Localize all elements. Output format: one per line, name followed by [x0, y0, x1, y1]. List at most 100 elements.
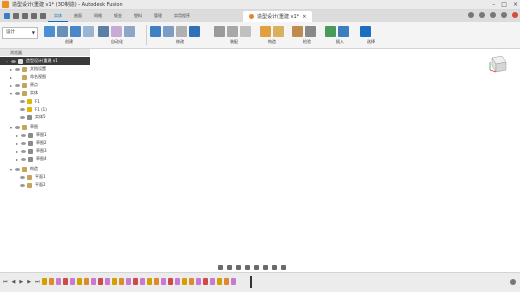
as-built-joint-icon[interactable]: [240, 26, 251, 37]
timeline-feature[interactable]: [119, 278, 124, 285]
visibility-icon[interactable]: [21, 133, 26, 137]
timeline-feature[interactable]: [189, 278, 194, 285]
visibility-icon[interactable]: [20, 107, 25, 111]
timeline-feature[interactable]: [91, 278, 96, 285]
visibility-icon[interactable]: [21, 149, 26, 153]
first-step-icon[interactable]: ⏮: [3, 279, 8, 285]
browser-row-body[interactable]: F1: [0, 97, 90, 105]
timeline-feature[interactable]: [203, 278, 208, 285]
browser-row-plane[interactable]: 平面2: [0, 181, 90, 189]
timeline-feature[interactable]: [126, 278, 131, 285]
tab-plastic[interactable]: 塑料: [128, 10, 148, 22]
timeline-feature[interactable]: [63, 278, 68, 285]
next-step-icon[interactable]: ▶: [27, 279, 31, 285]
browser-row-document-settings[interactable]: ▸ 文档设置: [0, 65, 90, 73]
browser-row-sketches[interactable]: ▾ 草图: [0, 123, 90, 131]
redo-icon[interactable]: [40, 13, 46, 19]
browser-row-body[interactable]: 实体5: [0, 113, 90, 121]
browser-row-sketch[interactable]: ▸ 草图4: [0, 155, 90, 163]
sketch-icon[interactable]: [44, 26, 55, 37]
job-status-icon[interactable]: [479, 12, 485, 18]
visibility-icon[interactable]: [20, 115, 25, 119]
viewports-icon[interactable]: [281, 264, 286, 270]
browser-row-origin[interactable]: ▸ 原点: [0, 81, 90, 89]
create-group[interactable]: 创建: [44, 25, 94, 47]
move-icon[interactable]: [189, 26, 200, 37]
timeline-feature[interactable]: [140, 278, 145, 285]
select-group[interactable]: 选择: [360, 25, 382, 47]
timeline-feature[interactable]: [77, 278, 82, 285]
minimize-icon[interactable]: –: [492, 1, 495, 8]
visibility-icon[interactable]: [11, 59, 16, 63]
undo-icon[interactable]: [31, 13, 37, 19]
browser-row-sketch[interactable]: ▸ 草图2: [0, 139, 90, 147]
timeline-feature[interactable]: [175, 278, 180, 285]
modify-group[interactable]: 修改: [150, 25, 210, 47]
pan-icon[interactable]: [236, 264, 241, 270]
browser-row-plane[interactable]: 平面1: [0, 173, 90, 181]
user-avatar[interactable]: [512, 12, 518, 18]
save-icon[interactable]: [22, 13, 28, 19]
previous-step-icon[interactable]: ◀: [12, 279, 16, 285]
fit-icon[interactable]: [254, 264, 259, 270]
workspace-dropdown[interactable]: 设计 ▼: [2, 27, 38, 39]
tab-solid[interactable]: 实体: [48, 10, 68, 22]
viewcube[interactable]: [486, 52, 508, 74]
shell-icon[interactable]: [124, 26, 135, 37]
revolve-icon[interactable]: [70, 26, 81, 37]
timeline-feature[interactable]: [133, 278, 138, 285]
automate-icon[interactable]: [111, 26, 122, 37]
measure-icon[interactable]: [292, 26, 303, 37]
timeline-feature[interactable]: [147, 278, 152, 285]
timeline-feature[interactable]: [210, 278, 215, 285]
close-icon[interactable]: ×: [513, 1, 518, 8]
new-component-icon[interactable]: [214, 26, 225, 37]
combine-icon[interactable]: [176, 26, 187, 37]
timeline-feature[interactable]: [168, 278, 173, 285]
browser-row-sketch[interactable]: ▸ 草图3: [0, 147, 90, 155]
select-arrow-icon[interactable]: [360, 26, 371, 37]
visibility-icon[interactable]: [20, 183, 25, 187]
axis-icon[interactable]: [273, 26, 284, 37]
insert-group[interactable]: 插入: [325, 25, 355, 47]
visibility-icon[interactable]: [20, 99, 25, 103]
visibility-icon[interactable]: [15, 91, 20, 95]
timeline-feature[interactable]: [112, 278, 117, 285]
browser-header[interactable]: 浏览器: [0, 49, 90, 56]
tab-sheet-metal[interactable]: 钣金: [108, 10, 128, 22]
file-menu-icon[interactable]: [13, 13, 19, 19]
tab-surface[interactable]: 曲面: [68, 10, 88, 22]
fillet-icon[interactable]: [98, 26, 109, 37]
close-tab-icon[interactable]: ×: [302, 14, 306, 20]
timeline-feature[interactable]: [42, 278, 47, 285]
add-tab-icon[interactable]: [468, 12, 474, 18]
visibility-icon[interactable]: [15, 167, 20, 171]
timeline-feature[interactable]: [231, 278, 236, 285]
play-icon[interactable]: ▶: [19, 279, 23, 285]
grid-settings-icon[interactable]: [272, 264, 277, 270]
app-grid-icon[interactable]: [4, 13, 10, 19]
timeline-feature[interactable]: [105, 278, 110, 285]
construct-group[interactable]: 构造: [260, 25, 284, 47]
timeline-feature[interactable]: [70, 278, 75, 285]
timeline-feature[interactable]: [196, 278, 201, 285]
timeline-feature[interactable]: [161, 278, 166, 285]
display-settings-icon[interactable]: [263, 264, 268, 270]
timeline-feature[interactable]: [98, 278, 103, 285]
assemble-group[interactable]: 装配: [214, 25, 254, 47]
visibility-icon[interactable]: [15, 76, 20, 79]
look-at-icon[interactable]: [227, 264, 232, 270]
timeline-feature[interactable]: [49, 278, 54, 285]
browser-row-body[interactable]: F1 (1): [0, 105, 90, 113]
timeline-feature[interactable]: [154, 278, 159, 285]
zoom-icon[interactable]: [245, 264, 250, 270]
timeline-feature[interactable]: [224, 278, 229, 285]
visibility-icon[interactable]: [15, 83, 20, 87]
interference-icon[interactable]: [305, 26, 316, 37]
automate-group[interactable]: 自动化: [98, 25, 136, 47]
sweep-icon[interactable]: [83, 26, 94, 37]
insert-canvas-icon[interactable]: [338, 26, 349, 37]
timeline-marker[interactable]: [250, 276, 252, 288]
last-step-icon[interactable]: ⏭: [35, 279, 40, 285]
tab-utilities[interactable]: 实用程序: [168, 10, 196, 22]
